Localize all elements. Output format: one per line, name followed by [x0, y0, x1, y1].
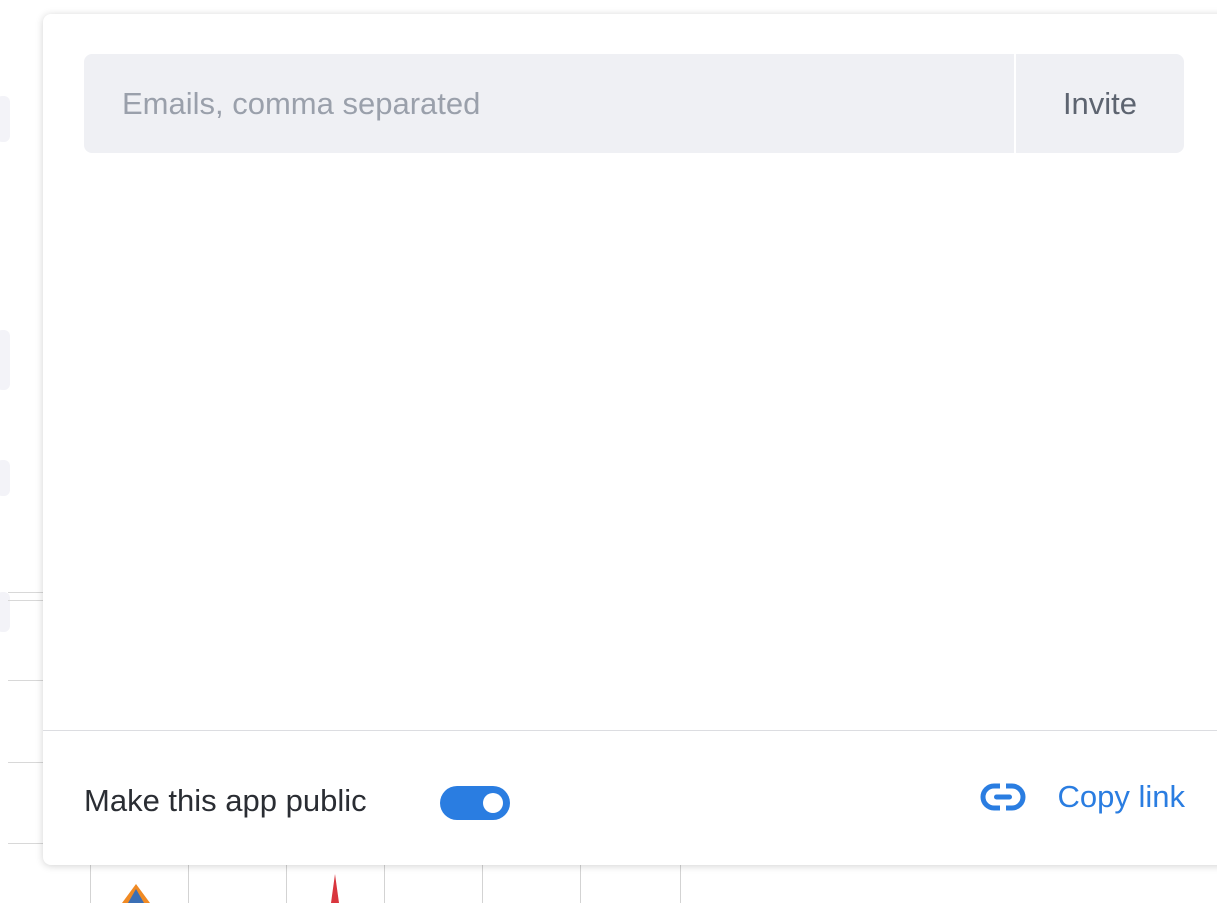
background-divider [8, 680, 48, 681]
make-public-label: Make this app public [84, 783, 367, 818]
background-divider [8, 600, 48, 601]
emails-input[interactable] [84, 54, 1014, 153]
background-divider [8, 843, 48, 844]
background-shape [0, 330, 10, 390]
copy-link-label: Copy link [1057, 779, 1186, 814]
copy-link-button[interactable]: Copy link [980, 779, 1186, 815]
invite-button[interactable]: Invite [1014, 54, 1184, 153]
background-shape [0, 460, 10, 496]
share-dialog: Invite Make this app public Copy link [43, 14, 1217, 865]
background-shape [0, 592, 10, 632]
invite-row: Invite [84, 54, 1184, 153]
link-icon [980, 782, 1025, 812]
background-divider [8, 592, 48, 593]
toggle-knob [483, 793, 503, 813]
background-marker-icon [122, 884, 150, 903]
background-divider [8, 762, 48, 763]
dialog-footer: Make this app public Copy link [43, 730, 1217, 865]
make-public-toggle[interactable] [440, 786, 510, 820]
background-shape [0, 96, 10, 142]
background-spike-icon [331, 874, 339, 903]
